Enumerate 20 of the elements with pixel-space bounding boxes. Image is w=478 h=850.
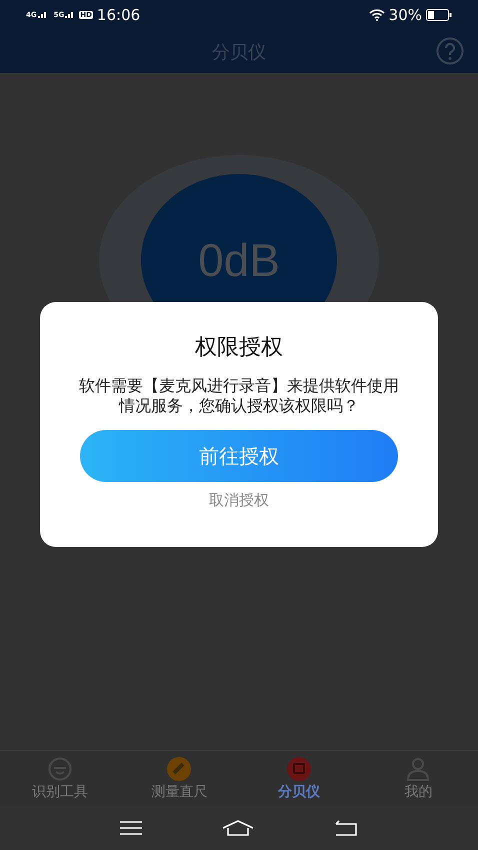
grant-button[interactable]: 前往授权 bbox=[80, 430, 398, 482]
person-icon bbox=[406, 756, 430, 780]
status-time: 16:06 bbox=[96, 6, 140, 24]
ruler-icon bbox=[166, 756, 192, 780]
wifi-icon bbox=[368, 9, 385, 21]
battery-percent: 30% bbox=[388, 6, 422, 24]
dialog-message: 软件需要【麦克风进行录音】来提供软件使用情况服务，您确认授权该权限吗？ bbox=[78, 376, 400, 416]
nav-tab[interactable]: 识别工具 bbox=[0, 751, 120, 806]
home-icon[interactable] bbox=[222, 820, 254, 836]
cancel-link[interactable]: 取消授权 bbox=[203, 490, 275, 511]
decibel-reading: 0dB bbox=[198, 233, 280, 287]
face-icon bbox=[48, 756, 72, 780]
nav-tab[interactable]: 测量直尺 bbox=[120, 751, 239, 806]
meter-icon bbox=[286, 756, 312, 780]
dialog-title: 权限授权 bbox=[195, 334, 283, 362]
nav-tab[interactable]: 我的 bbox=[358, 751, 478, 806]
nav-tab[interactable]: 分贝仪 bbox=[239, 751, 358, 806]
menu-icon[interactable] bbox=[120, 821, 142, 835]
back-icon[interactable] bbox=[334, 820, 358, 836]
battery-icon bbox=[426, 9, 452, 21]
